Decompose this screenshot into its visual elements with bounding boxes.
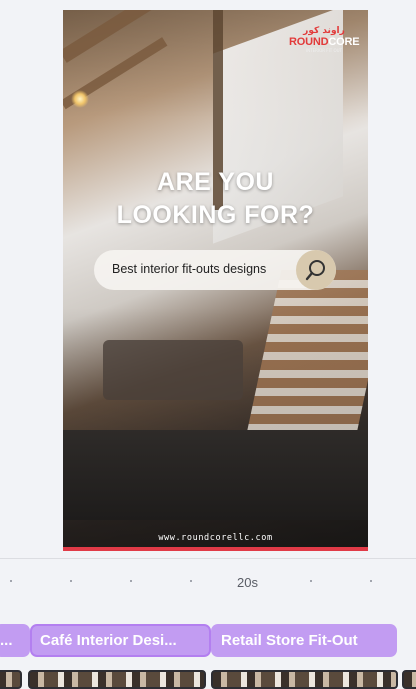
brand-logo[interactable]: راوند كور ROUNDCORE INTERIOR FIT OUT bbox=[289, 26, 360, 58]
clip-thumbnail-strip[interactable] bbox=[0, 670, 22, 689]
search-icon bbox=[305, 260, 325, 281]
logo-tagline: INTERIOR FIT OUT bbox=[305, 48, 342, 53]
clip-thumbnail-strip[interactable] bbox=[211, 670, 398, 689]
search-bar-text: Best interior fit-outs designs bbox=[112, 262, 267, 276]
logo-word-core: CORE bbox=[328, 36, 360, 48]
clip-label-previous[interactable]: ... bbox=[0, 624, 30, 657]
design-canvas[interactable]: راوند كور ROUNDCORE INTERIOR FIT OUT ARE… bbox=[63, 10, 368, 551]
logo-wordmark: ROUNDCORE bbox=[289, 36, 360, 48]
timeline-time-label: 20s bbox=[237, 575, 258, 590]
timeline-tick bbox=[10, 580, 12, 582]
website-url[interactable]: www.roundcorellc.com bbox=[63, 533, 368, 543]
timeline-tick bbox=[310, 580, 312, 582]
timeline-tick bbox=[370, 580, 372, 582]
clip-label-cafe-interior[interactable]: Café Interior Desi... bbox=[30, 624, 211, 657]
clip-label-retail-store[interactable]: Retail Store Fit-Out bbox=[211, 624, 397, 657]
background-lamp bbox=[71, 90, 89, 108]
logo-arabic-text: راوند كور bbox=[303, 26, 345, 36]
timeline-divider bbox=[0, 558, 416, 559]
headline-line-2: LOOKING FOR? bbox=[116, 201, 315, 229]
background-table bbox=[103, 340, 243, 400]
headline-line-1: ARE YOU bbox=[157, 168, 274, 196]
timeline-tick bbox=[130, 580, 132, 582]
playback-progress-bar bbox=[63, 547, 368, 551]
timeline-tick bbox=[70, 580, 72, 582]
headline-text[interactable]: ARE YOU LOOKING FOR? bbox=[63, 166, 368, 232]
timeline-tick bbox=[190, 580, 192, 582]
search-button-graphic bbox=[296, 250, 336, 290]
background-rug bbox=[63, 430, 368, 520]
search-bar-graphic[interactable]: Best interior fit-outs designs bbox=[94, 250, 336, 290]
logo-word-round: ROUND bbox=[289, 36, 329, 48]
clip-thumbnail-strip[interactable] bbox=[402, 670, 416, 689]
clip-thumbnail-strip[interactable] bbox=[28, 670, 206, 689]
